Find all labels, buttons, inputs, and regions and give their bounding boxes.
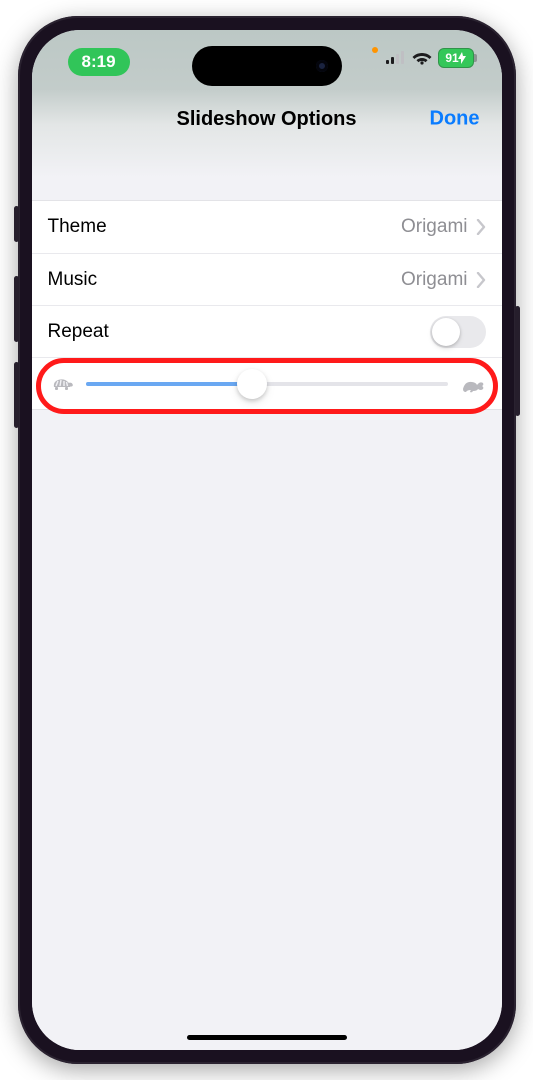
repeat-row: Repeat bbox=[32, 305, 502, 357]
mic-indicator-dot bbox=[372, 47, 378, 53]
done-button[interactable]: Done bbox=[430, 108, 480, 131]
settings-list: Theme Origami Music Origami Re bbox=[32, 200, 502, 410]
phone-frame: 8:19 91 bbox=[18, 16, 516, 1064]
status-time[interactable]: 8:19 bbox=[68, 48, 130, 76]
dynamic-island bbox=[192, 46, 342, 86]
rabbit-icon bbox=[460, 375, 484, 393]
volume-down-button bbox=[14, 362, 19, 428]
chevron-right-icon bbox=[476, 272, 486, 288]
page-title: Slideshow Options bbox=[176, 108, 356, 131]
status-icons: 91 bbox=[372, 48, 474, 68]
volume-up-button bbox=[14, 276, 19, 342]
wifi-icon bbox=[412, 51, 432, 65]
turtle-icon bbox=[50, 375, 74, 393]
silent-switch bbox=[14, 206, 19, 242]
speed-slider[interactable] bbox=[86, 382, 448, 386]
music-row[interactable]: Music Origami bbox=[32, 253, 502, 305]
chevron-right-icon bbox=[476, 219, 486, 235]
screen: 8:19 91 bbox=[32, 30, 502, 1050]
music-label: Music bbox=[48, 269, 98, 291]
music-value: Origami bbox=[401, 269, 468, 291]
cellular-icon bbox=[386, 51, 406, 65]
nav-bar: Slideshow Options Done bbox=[32, 90, 502, 178]
slider-fill bbox=[86, 382, 253, 386]
toggle-knob bbox=[432, 318, 460, 346]
repeat-label: Repeat bbox=[48, 321, 109, 343]
content: Theme Origami Music Origami Re bbox=[32, 178, 502, 1050]
slider-thumb[interactable] bbox=[237, 369, 267, 399]
theme-value: Origami bbox=[401, 216, 468, 238]
battery-level: 91 bbox=[445, 51, 458, 65]
power-button bbox=[515, 306, 520, 416]
theme-label: Theme bbox=[48, 216, 107, 238]
speed-slider-row bbox=[32, 357, 502, 409]
battery-indicator: 91 bbox=[438, 48, 474, 68]
theme-row[interactable]: Theme Origami bbox=[32, 201, 502, 253]
home-indicator[interactable] bbox=[187, 1035, 347, 1040]
repeat-toggle[interactable] bbox=[430, 316, 486, 348]
